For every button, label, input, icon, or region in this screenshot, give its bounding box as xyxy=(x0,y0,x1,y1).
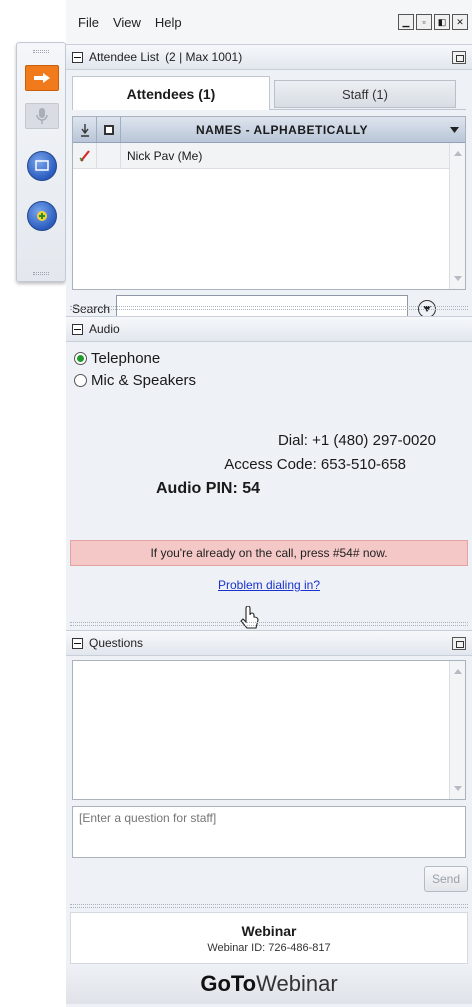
webinar-info: Webinar Webinar ID: 726-486-817 xyxy=(70,912,468,964)
collapse-icon[interactable] xyxy=(72,323,83,335)
attendee-count: (2 | Max 1001) xyxy=(165,50,243,64)
grid-header: NAMES - ALPHABETICALLY xyxy=(73,117,465,143)
table-row[interactable]: Nick Pav (Me) xyxy=(73,143,465,169)
divider[interactable] xyxy=(70,306,468,310)
tab-staff[interactable]: Staff (1) xyxy=(274,80,456,108)
attendee-section: Attendee List (2 | Max 1001) Attendees (… xyxy=(66,44,472,323)
radio-mic-speakers[interactable] xyxy=(74,374,87,387)
questions-title: Questions xyxy=(89,636,144,650)
popout-icon[interactable] xyxy=(452,637,466,650)
brand-bold-text: GoTo xyxy=(200,971,257,996)
radio-telephone[interactable] xyxy=(74,352,87,365)
mic-speakers-label: Mic & Speakers xyxy=(91,372,197,389)
webinar-id: Webinar ID: 726-486-817 xyxy=(207,941,331,954)
popout-icon[interactable] xyxy=(452,51,466,64)
questions-section: Questions Send xyxy=(66,630,472,904)
webinar-title: Webinar xyxy=(241,922,297,939)
control-panel: File View Help ▁ ▫ ◧ ✕ Attendee List (2 … xyxy=(66,0,472,1007)
minimize-icon[interactable]: ▁ xyxy=(398,14,414,30)
maximize-icon[interactable]: ◧ xyxy=(434,14,450,30)
collapse-icon[interactable] xyxy=(72,51,83,63)
brand-text: Webinar xyxy=(256,971,338,996)
tab-attendees[interactable]: Attendees (1) xyxy=(72,76,270,110)
hand-raise-icon[interactable] xyxy=(73,117,97,142)
menu-help[interactable]: Help xyxy=(155,15,182,30)
send-button[interactable]: Send xyxy=(424,866,468,892)
telephone-option[interactable]: Telephone xyxy=(74,350,160,367)
attendee-grid: NAMES - ALPHABETICALLY Nick Pav (Me) xyxy=(72,116,466,290)
webcam-icon[interactable] xyxy=(25,201,59,231)
audio-header: Audio xyxy=(66,316,472,342)
attendee-name: Nick Pav (Me) xyxy=(127,148,203,163)
toolbar-grip-bottom[interactable] xyxy=(17,269,65,277)
grid-view-icon[interactable] xyxy=(97,117,121,142)
questions-header: Questions xyxy=(66,630,472,656)
audio-pin: Audio PIN: 54 xyxy=(156,480,261,497)
menu-view[interactable]: View xyxy=(113,15,141,30)
sort-header[interactable]: NAMES - ALPHABETICALLY xyxy=(121,117,443,142)
footer: Webinar Webinar ID: 726-486-817 GoTo Webi… xyxy=(66,912,472,1007)
audio-off-icon xyxy=(73,143,97,168)
questions-scrollbar[interactable] xyxy=(449,661,465,799)
mic-icon[interactable] xyxy=(25,103,59,129)
divider[interactable] xyxy=(70,904,468,908)
menu-file[interactable]: File xyxy=(78,15,99,30)
row-status-cell xyxy=(97,143,121,168)
access-code: Access Code: 653-510-658 xyxy=(224,456,406,473)
collapse-icon[interactable] xyxy=(72,637,83,649)
problem-dialing-link[interactable]: Problem dialing in? xyxy=(66,578,472,592)
attendee-title: Attendee List xyxy=(89,50,160,64)
mic-speakers-option[interactable]: Mic & Speakers xyxy=(74,372,196,389)
question-input[interactable] xyxy=(72,806,466,858)
audio-body: Telephone Mic & Speakers Dial: +1 (480) … xyxy=(66,342,472,629)
dial-number: Dial: +1 (480) 297-0020 xyxy=(277,432,436,449)
questions-log xyxy=(72,660,466,800)
attendee-tabs: Attendees (1) Staff (1) xyxy=(66,74,472,110)
screen-share-icon[interactable] xyxy=(25,151,59,181)
telephone-label: Telephone xyxy=(91,350,161,367)
sort-dropdown-icon[interactable] xyxy=(443,126,465,133)
menu-bar: File View Help ▁ ▫ ◧ ✕ xyxy=(66,0,472,44)
audio-section: Audio Telephone Mic & Speakers Dial: +1 … xyxy=(66,316,472,629)
restore-icon[interactable]: ▫ xyxy=(416,14,432,30)
attendee-header: Attendee List (2 | Max 1001) xyxy=(66,44,472,70)
floating-toolbar xyxy=(16,42,66,282)
arrow-icon[interactable] xyxy=(25,65,59,91)
dial-alert: If you're already on the call, press #54… xyxy=(70,540,468,566)
brand-logo: GoTo Webinar xyxy=(66,964,472,1004)
grid-scrollbar[interactable] xyxy=(449,143,465,289)
close-icon[interactable]: ✕ xyxy=(452,14,468,30)
window-controls: ▁ ▫ ◧ ✕ xyxy=(398,14,468,30)
pointer-cursor-icon xyxy=(240,606,259,629)
divider[interactable] xyxy=(70,622,468,626)
audio-title: Audio xyxy=(89,322,120,336)
toolbar-grip-top[interactable] xyxy=(17,47,65,55)
